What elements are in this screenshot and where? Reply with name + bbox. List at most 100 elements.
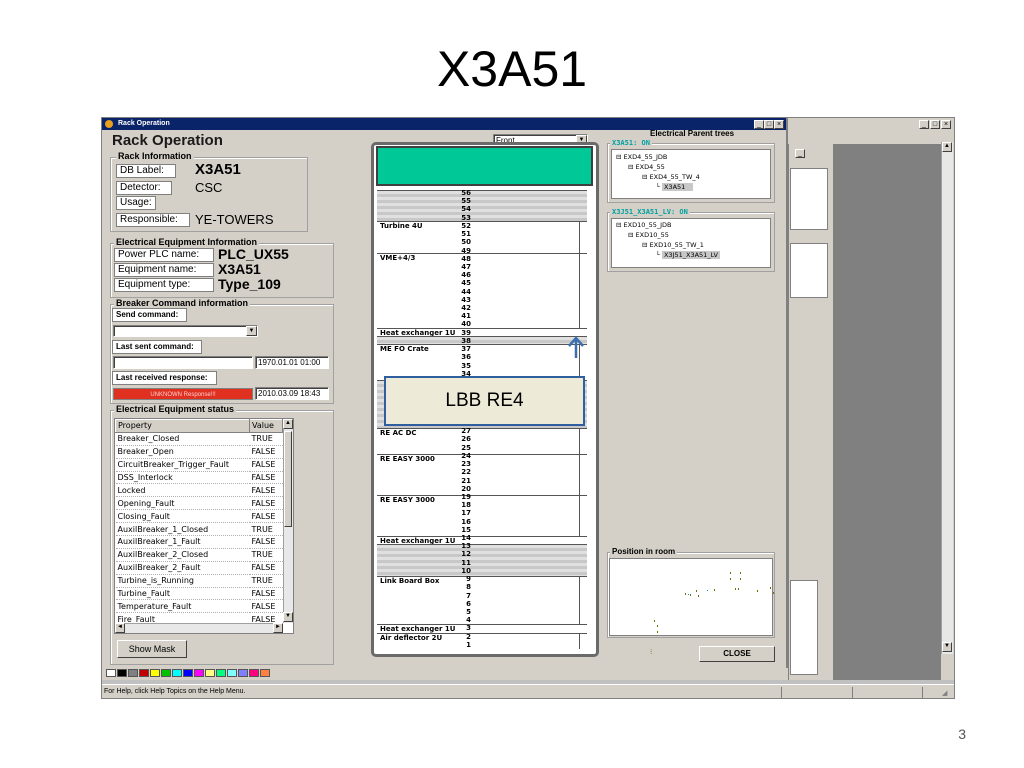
rack-slot-re-ac-dc[interactable]: RE AC DC — [377, 428, 587, 454]
palette-swatch[interactable] — [128, 669, 138, 677]
rack-unit-number: 25 — [461, 443, 471, 452]
palette-swatch[interactable] — [227, 669, 237, 677]
value-cell: FALSE — [249, 535, 283, 549]
rack-slot-re-easy-2[interactable]: RE EASY 3000 — [377, 495, 587, 536]
outer-maximize-button[interactable]: □ — [930, 120, 940, 129]
rack-unit-number: 26 — [461, 435, 471, 444]
palette-swatch[interactable] — [205, 669, 215, 677]
value-cell: FALSE — [249, 458, 283, 472]
tree-node[interactable]: ⊟ EXD10_55_TW_1 — [642, 241, 704, 249]
scroll-down-icon[interactable]: ▼ — [942, 642, 952, 652]
rack-top-slot[interactable] — [376, 146, 593, 186]
value-cell: FALSE — [249, 587, 283, 601]
table-row[interactable]: AuxilBreaker_2_Fault FALSE — [115, 561, 283, 575]
rack-unit-number: 20 — [461, 484, 471, 493]
tree-node[interactable]: └ X3A51 — [656, 183, 694, 191]
table-row[interactable]: DSS_Interlock FALSE — [115, 471, 283, 485]
palette-swatch[interactable] — [183, 669, 193, 677]
table-horizontal-scrollbar[interactable] — [115, 623, 283, 633]
palette-swatch[interactable] — [106, 669, 116, 677]
column-header-property[interactable]: Property — [115, 419, 250, 433]
show-mask-button[interactable]: Show Mask — [117, 640, 187, 658]
bg-minimize-button[interactable]: _ — [795, 149, 805, 158]
table-row[interactable]: CircuitBreaker_Trigger_Fault FALSE — [115, 458, 283, 472]
table-row[interactable]: Turbine_is_Running TRUE — [115, 574, 283, 588]
rack-unit-number: 51 — [461, 230, 471, 239]
rack-unit-number: 55 — [461, 197, 471, 206]
window-minimize-button[interactable]: _ — [754, 120, 764, 129]
tree-node[interactable]: └ X3J51_X3A51_LV — [656, 251, 720, 259]
scroll-thumb[interactable] — [284, 431, 292, 527]
equipment-name-value: X3A51 — [218, 261, 261, 277]
table-row[interactable]: AuxilBreaker_1_Fault FALSE — [115, 535, 283, 549]
rack-slot-link-board-box[interactable]: Link Board Box — [377, 576, 587, 624]
rack-unit-number: 49 — [461, 246, 471, 255]
table-row[interactable]: Closing_Fault FALSE — [115, 509, 283, 524]
column-header-value[interactable]: Value — [249, 419, 283, 433]
scroll-up-icon[interactable]: ▲ — [283, 419, 293, 429]
scroll-right-icon[interactable]: ► — [273, 623, 283, 633]
window-close-button[interactable]: × — [774, 120, 784, 129]
tree-node[interactable]: ⊟ EXD10_55 — [628, 231, 669, 239]
tree2-view: ⊟ EXD10_55_JDB ⊟ EXD10_55 ⊟ EXD10_55_TW_… — [611, 218, 771, 268]
outer-minimize-button[interactable]: _ — [919, 120, 929, 129]
usage-label: Usage: — [116, 196, 156, 210]
outer-vertical-scrollbar[interactable] — [941, 142, 953, 654]
table-row[interactable]: AuxilBreaker_2_Closed TRUE — [115, 548, 283, 562]
scroll-down-icon[interactable]: ▼ — [283, 612, 293, 622]
table-row[interactable]: Breaker_Closed TRUE — [115, 432, 283, 446]
tree-node[interactable]: ⊟ EXD10_55_JDB — [616, 221, 672, 229]
table-row[interactable]: Temperature_Fault FALSE — [115, 599, 283, 614]
property-cell: Turbine_is_Running — [115, 574, 250, 588]
palette-swatch[interactable] — [117, 669, 127, 677]
outer-close-button[interactable]: × — [941, 120, 951, 129]
rack-unit-number: 45 — [461, 279, 471, 288]
rack-slot-label: ME FO Crate — [380, 345, 429, 353]
rack-slot-heat-exchanger-2[interactable]: Heat exchanger 1U — [377, 536, 587, 545]
window-maximize-button[interactable]: □ — [764, 120, 774, 129]
value-cell: FALSE — [249, 496, 283, 511]
rack-slot-me-fo-crate[interactable]: ME FO Crate — [377, 344, 587, 380]
rack-slot-label: Link Board Box — [380, 577, 440, 585]
rack-slot-re-easy-1[interactable]: RE EASY 3000 — [377, 454, 587, 495]
send-command-select[interactable] — [113, 325, 258, 337]
palette-swatch[interactable] — [238, 669, 248, 677]
scroll-left-icon[interactable]: ◄ — [115, 623, 125, 633]
palette-swatch[interactable] — [194, 669, 204, 677]
table-row[interactable]: Turbine_Fault FALSE — [115, 587, 283, 601]
tree-node[interactable]: ⊟ EXD4_55_TW_4 — [642, 173, 700, 181]
rack-unit-number: 18 — [461, 501, 471, 510]
palette-swatch[interactable] — [150, 669, 160, 677]
palette-swatch[interactable] — [172, 669, 182, 677]
chevron-down-icon[interactable]: ▼ — [246, 326, 257, 336]
rack-slot-heat-exchanger-3[interactable]: Heat exchanger 1U — [377, 624, 587, 633]
tree-node[interactable]: ⊟ EXD4_55 — [628, 163, 665, 171]
close-button[interactable]: CLOSE — [699, 646, 775, 662]
table-row[interactable]: Opening_Fault FALSE — [115, 496, 283, 511]
rack-slot-turbine[interactable]: Turbine 4U — [377, 221, 587, 253]
tree-node[interactable]: ⊟ EXD4_55_JDB — [616, 153, 667, 161]
slide-number: 3 — [958, 726, 966, 742]
palette-swatch[interactable] — [216, 669, 226, 677]
rack-unit-number: 39 — [461, 328, 471, 337]
palette-swatch[interactable] — [139, 669, 149, 677]
value-cell: FALSE — [249, 599, 283, 614]
rack-unit-number: 6 — [466, 599, 471, 608]
rack-slot-vme[interactable]: VME+4/3 — [377, 253, 587, 328]
status-table-container: Property Value Breaker_Closed TRUE Breaker… — [114, 418, 294, 634]
rack-slot-heat-exchanger-1[interactable]: Heat exchanger 1U — [377, 328, 587, 337]
rack-unit-number: 53 — [461, 213, 471, 222]
rack-unit-number: 16 — [461, 517, 471, 526]
scroll-up-icon[interactable]: ▲ — [942, 142, 952, 152]
resize-grip-icon[interactable]: ◢ — [942, 689, 947, 697]
palette-swatch[interactable] — [161, 669, 171, 677]
status-bar: For Help, click Help Topics on the Help … — [102, 684, 954, 698]
table-row[interactable]: Locked FALSE — [115, 483, 283, 498]
table-row[interactable]: Breaker_Open FALSE — [115, 445, 283, 459]
bg-panel — [790, 580, 818, 675]
rack-slot-air-deflector[interactable]: Air deflector 2U — [377, 633, 587, 649]
responsible-value: YE-TOWERS — [195, 212, 274, 227]
palette-swatch[interactable] — [260, 669, 270, 677]
table-row[interactable]: AuxilBreaker_1_Closed TRUE — [115, 522, 283, 537]
palette-swatch[interactable] — [249, 669, 259, 677]
